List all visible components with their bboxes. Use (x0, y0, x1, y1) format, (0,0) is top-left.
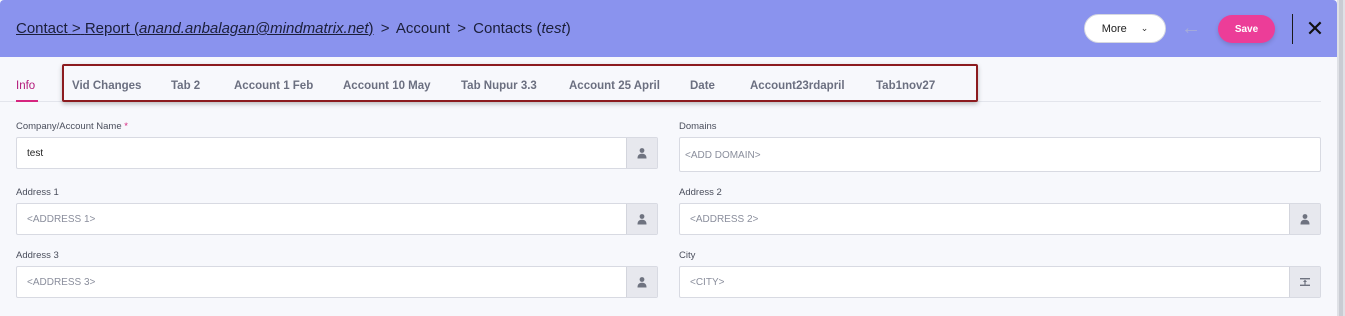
address1-placeholder: <ADDRESS 1> (27, 214, 96, 225)
address2-field[interactable]: <ADDRESS 2> (679, 203, 1321, 235)
domains-label: Domains (679, 121, 717, 132)
header-divider (1292, 14, 1293, 44)
tab-account-25-april[interactable]: Account 25 April (569, 80, 660, 92)
company-name-field[interactable]: test (16, 137, 658, 169)
company-name-label: Company/Account Name * (16, 121, 128, 132)
domains-field[interactable]: <ADD DOMAIN> (679, 137, 1321, 172)
breadcrumb-contacts: Contacts (test) (473, 20, 571, 37)
tab-date[interactable]: Date (690, 80, 715, 92)
tab-tab-2[interactable]: Tab 2 (171, 80, 200, 92)
tab-bar: Info Vid Changes Tab 2 Account 1 Feb Acc… (0, 72, 1321, 102)
more-button[interactable]: More ⌄ (1084, 14, 1166, 43)
person-icon[interactable] (626, 267, 657, 297)
tab-info[interactable]: Info (16, 80, 35, 92)
more-button-label: More (1101, 22, 1127, 35)
tab-account23rdapril[interactable]: Account23rdapril (750, 80, 845, 92)
header-bar: Contact > Report (anand.anbalagan@mindma… (0, 0, 1337, 57)
company-name-value: test (27, 148, 44, 159)
tab-nupur-3-3[interactable]: Tab Nupur 3.3 (461, 80, 537, 92)
breadcrumb-account: Account (395, 20, 451, 37)
person-icon[interactable] (626, 138, 657, 168)
tab-account-10-may[interactable]: Account 10 May (343, 80, 431, 92)
tab-tab1nov27[interactable]: Tab1nov27 (876, 80, 935, 92)
close-icon[interactable]: ✕ (1304, 16, 1326, 42)
address1-field[interactable]: <ADDRESS 1> (16, 203, 658, 235)
save-button[interactable]: Save (1218, 15, 1275, 43)
address2-label: Address 2 (679, 187, 722, 198)
person-icon[interactable] (1289, 204, 1320, 234)
city-label: City (679, 250, 696, 261)
breadcrumb-link[interactable]: Contact > Report (anand.anbalagan@mindma… (16, 20, 374, 37)
page-scrollbar[interactable] (1337, 0, 1345, 316)
address1-label: Address 1 (16, 187, 59, 198)
address2-placeholder: <ADDRESS 2> (690, 214, 759, 225)
arrow-left-icon[interactable]: ← (1180, 17, 1202, 39)
tab-vid-changes[interactable]: Vid Changes (72, 80, 141, 92)
map-lookup-icon[interactable] (1289, 267, 1320, 297)
city-placeholder: <CITY> (690, 277, 725, 288)
active-tab-indicator (16, 100, 38, 102)
person-icon[interactable] (626, 204, 657, 234)
domains-placeholder: <ADD DOMAIN> (685, 150, 761, 161)
address3-placeholder: <ADDRESS 3> (27, 277, 96, 288)
city-field[interactable]: <CITY> (679, 266, 1321, 298)
address3-label: Address 3 (16, 250, 59, 261)
breadcrumb: Contact > Report (anand.anbalagan@mindma… (16, 20, 571, 37)
address3-field[interactable]: <ADDRESS 3> (16, 266, 658, 298)
breadcrumb-separator: > (380, 20, 390, 37)
tab-account-1-feb[interactable]: Account 1 Feb (234, 80, 313, 92)
contact-panel: Contact > Report (anand.anbalagan@mindma… (0, 0, 1337, 316)
breadcrumb-separator: > (457, 20, 466, 37)
chevron-down-icon: ⌄ (1140, 23, 1149, 33)
